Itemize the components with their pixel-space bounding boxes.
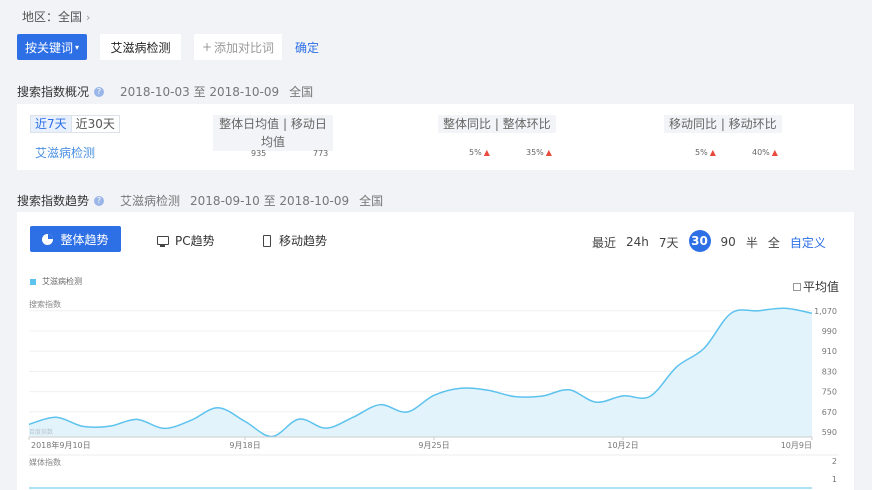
range-options: 最近 24h 7天 30 90 半 全 自定义 xyxy=(592,230,826,252)
range-label-recent: 最近 xyxy=(592,235,617,250)
watermark: 百度指数 xyxy=(29,428,53,436)
y-axis-label: 搜索指数 xyxy=(29,299,61,309)
tab-mobile-label: 移动趋势 xyxy=(279,234,328,248)
monitor-icon xyxy=(157,236,169,247)
x-tick-label: 10月9日 xyxy=(781,441,812,450)
range-option-half-year[interactable]: 半 xyxy=(746,234,758,251)
range-option-30[interactable]: 30 xyxy=(688,230,711,252)
mobile-yoy-value: 5% xyxy=(695,148,708,157)
col-head-avg: 整体日均值 | 移动日均值 xyxy=(213,115,333,151)
mobile-phone-icon xyxy=(263,234,271,247)
x-tick-label: 10月2日 xyxy=(607,441,638,450)
range-option-24h[interactable]: 24h xyxy=(626,235,649,249)
by-keyword-label: 按关键词 xyxy=(24,40,73,55)
overall-avg-value: 935 xyxy=(251,149,267,158)
arrow-up-icon: ▲ xyxy=(483,148,490,157)
y-tick-label: 750 xyxy=(822,388,837,397)
overall-yoy-cell: 5% ▲ xyxy=(469,148,490,157)
x-ticks: 2018年9月10日 9月18日 9月25日 10月2日 10月9日 xyxy=(28,437,813,450)
range-option-90[interactable]: 90 xyxy=(721,235,736,249)
media-tick-1: 1 xyxy=(832,475,837,484)
region-label: 地区： xyxy=(22,10,59,24)
media-tick-2: 2 xyxy=(832,457,837,466)
period-tabs: 近7天 近30天 xyxy=(30,115,120,133)
col-head-mobile: 移动同比 | 移动环比 xyxy=(664,115,782,133)
y-tick-label: 830 xyxy=(822,367,837,376)
y-ticks: 1,070 990 910 830 750 670 590 xyxy=(814,307,837,437)
mobile-yoy-cell: 5% ▲ xyxy=(695,148,716,157)
region-value: 全国 xyxy=(58,10,83,24)
overall-mom-value: 35% xyxy=(526,148,544,157)
media-index-label: 媒体指数 xyxy=(29,457,61,467)
overview-panel: 近7天 近30天 艾滋病检测 整体日均值 | 移动日均值 整体同比 | 整体环比… xyxy=(17,104,854,170)
mobile-mom-value: 40% xyxy=(752,148,770,157)
plus-icon: + xyxy=(201,40,213,54)
tab-mobile-trend[interactable]: 移动趋势 xyxy=(263,232,327,249)
help-icon[interactable]: ? xyxy=(94,86,105,97)
add-compare-button[interactable]: + 添加对比词 xyxy=(194,34,282,60)
trend-chart[interactable]: 搜索指数 1,070 990 910 830 750 670 590 百度指数 2018年9… xyxy=(17,262,854,490)
tab-30-days[interactable]: 近30天 xyxy=(70,116,119,132)
chevron-right-icon: › xyxy=(86,11,91,24)
overall-mom-cell: 35% ▲ xyxy=(526,148,552,157)
caret-down-icon: ▾ xyxy=(75,42,80,52)
series-area xyxy=(29,308,812,437)
trend-heading: 搜索指数趋势 ? 艾滋病检测 2018-09-10 至 2018-10-09 全… xyxy=(17,192,393,209)
overview-heading: 搜索指数概况 ? 2018-10-03 至 2018-10-09 全国 xyxy=(17,83,323,100)
by-keyword-button[interactable]: 按关键词 ▾ xyxy=(17,34,87,60)
keyword-chip[interactable]: 艾滋病检测 xyxy=(100,34,181,60)
y-tick-label: 990 xyxy=(822,327,837,336)
range-option-all[interactable]: 全 xyxy=(768,234,780,251)
confirm-link[interactable]: 确定 xyxy=(295,39,319,56)
trend-panel: 整体趋势 PC趋势 移动趋势 最近 24h 7天 30 90 半 全 自定义 艾… xyxy=(17,212,854,490)
overall-yoy-value: 5% xyxy=(469,148,482,157)
mobile-avg-value: 773 xyxy=(313,149,329,158)
col-head-yoy: 整体同比 | 整体环比 xyxy=(438,115,556,133)
arrow-up-icon: ▲ xyxy=(771,148,778,157)
tab-pc-trend[interactable]: PC趋势 xyxy=(157,232,215,249)
help-icon[interactable]: ? xyxy=(94,195,105,206)
overview-keyword[interactable]: 艾滋病检测 xyxy=(35,144,95,161)
x-tick-label: 9月25日 xyxy=(418,441,449,450)
arrow-up-icon: ▲ xyxy=(545,148,552,157)
x-tick-label: 2018年9月10日 xyxy=(31,440,91,450)
y-tick-label: 1,070 xyxy=(814,307,837,316)
trend-keyword: 艾滋病检测 xyxy=(120,194,181,208)
custom-range-link[interactable]: 自定义 xyxy=(790,234,826,251)
x-tick-label: 9月18日 xyxy=(229,441,260,450)
y-tick-label: 910 xyxy=(822,347,837,356)
trend-title: 搜索指数趋势 xyxy=(17,194,90,208)
trend-date-range: 2018-09-10 至 2018-10-09 xyxy=(190,194,350,208)
mobile-mom-cell: 40% ▲ xyxy=(752,148,778,157)
range-option-7d[interactable]: 7天 xyxy=(659,234,679,251)
overview-title: 搜索指数概况 xyxy=(17,85,90,99)
region-selector[interactable]: 地区：全国 › xyxy=(22,8,90,25)
tab-pc-label: PC趋势 xyxy=(175,234,215,248)
y-tick-label: 670 xyxy=(822,408,837,417)
add-compare-label: 添加对比词 xyxy=(214,40,275,55)
tab-overall-trend[interactable]: 整体趋势 xyxy=(30,226,121,252)
trend-region: 全国 xyxy=(359,194,384,208)
y-tick-label: 590 xyxy=(822,428,837,437)
overview-region: 全国 xyxy=(289,85,314,99)
pie-chart-icon xyxy=(42,233,54,245)
arrow-up-icon: ▲ xyxy=(709,148,716,157)
tab-overall-label: 整体趋势 xyxy=(60,232,109,247)
overview-date-range: 2018-10-03 至 2018-10-09 xyxy=(120,85,280,99)
tab-7-days[interactable]: 近7天 xyxy=(31,116,71,132)
